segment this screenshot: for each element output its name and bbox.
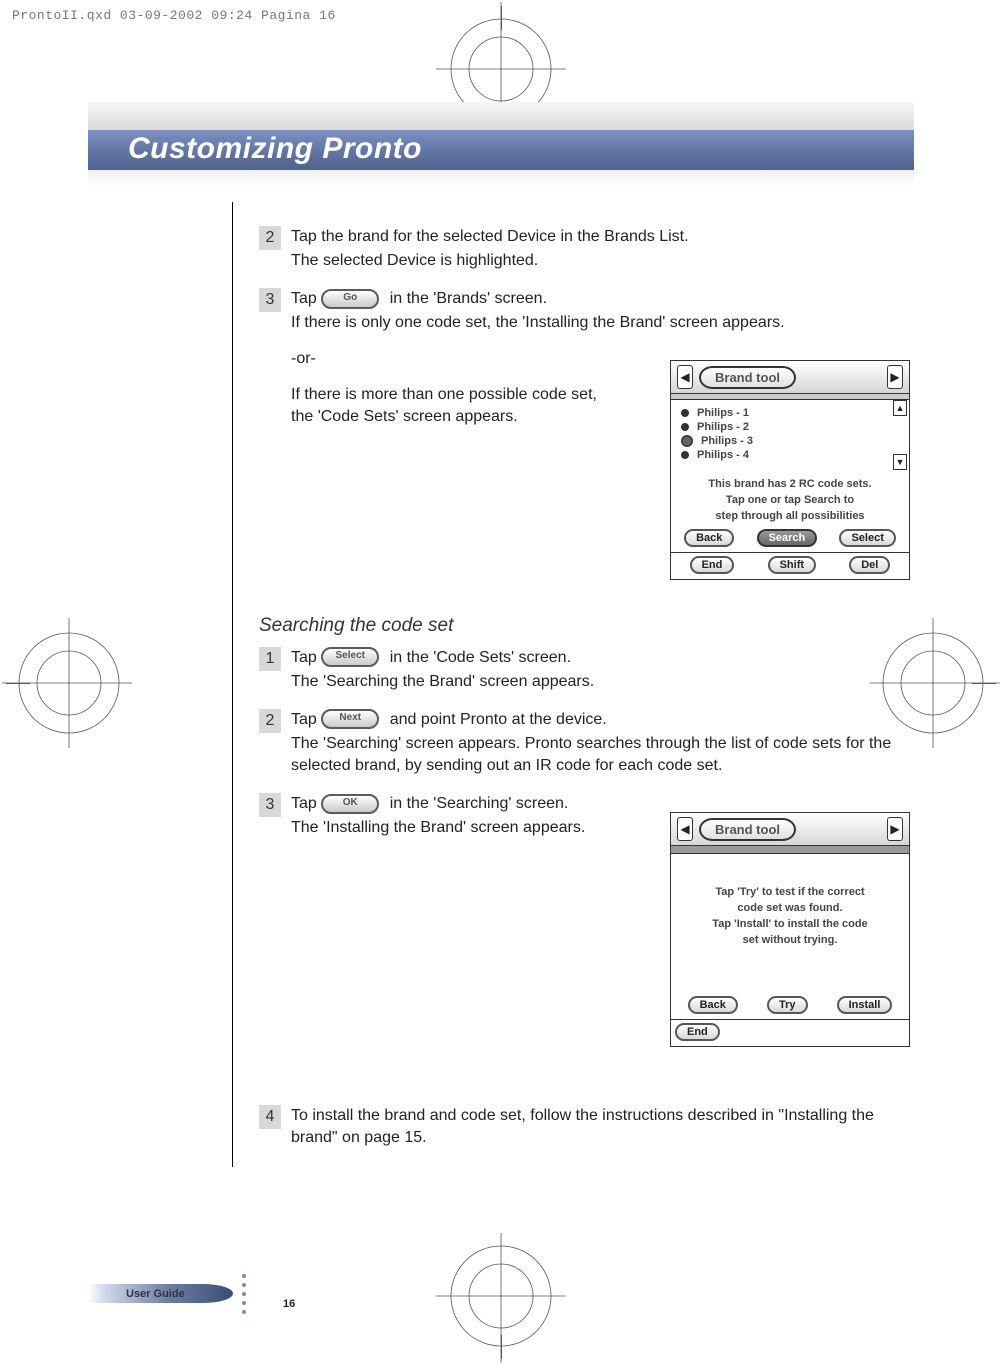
search-button: Search [757, 529, 818, 547]
page-title: Customizing Pronto [128, 132, 422, 166]
page-number: 16 [283, 1298, 295, 1310]
dot-divider-icon [239, 1267, 249, 1319]
step-number: 3 [259, 793, 281, 817]
step-number: 2 [259, 709, 281, 733]
step-line: Tap Next and point Pronto at the device. [291, 709, 896, 731]
select-button: Select [839, 529, 895, 547]
list-item: Philips - 2 [677, 420, 903, 434]
next-button-pill: Next [321, 709, 379, 729]
install-button: Install [837, 996, 893, 1014]
prev-arrow-icon: ◀ [677, 817, 693, 841]
screen-msg: This brand has 2 RC code sets. [677, 476, 903, 492]
title-banner: Customizing Pronto [88, 102, 914, 202]
end-button: End [690, 556, 735, 574]
step-sub: The 'Installing the Brand' screen appear… [291, 817, 585, 839]
next-arrow-icon: ▶ [887, 365, 903, 389]
select-button-pill: Select [321, 647, 379, 667]
screen-title-tab: Brand tool [699, 818, 796, 841]
screenshot-installing: ◀ Brand tool ▶ Tap 'Try' to test if the … [670, 812, 910, 1047]
step-line: To install the brand and code set, follo… [291, 1105, 896, 1149]
subheading: Searching the code set [259, 615, 896, 637]
go-button-pill: Go [321, 289, 379, 309]
step-number: 2 [259, 226, 281, 250]
step-sub: The 'Searching' screen appears. Pronto s… [291, 733, 896, 777]
crop-tick [501, 6, 502, 30]
screen-msg: Tap one or tap Search to [677, 492, 903, 508]
screen-msg: code set was found. [677, 900, 903, 916]
back-button: Back [684, 529, 734, 547]
back-button: Back [688, 996, 738, 1014]
screenshot-code-sets: ◀ Brand tool ▶ ▲ ▼ Philips - 1 Philips -… [670, 360, 910, 580]
user-guide-label: User Guide [88, 1284, 233, 1303]
screen-msg: step through all possibilities [677, 508, 903, 524]
step-sub: If there is only one code set, the 'Inst… [291, 312, 785, 334]
crop-tick [972, 683, 996, 684]
page-footer: User Guide 16 [88, 1267, 295, 1319]
del-button: Del [849, 556, 890, 574]
scroll-down-icon: ▼ [893, 454, 907, 470]
screen-msg: Tap 'Try' to test if the correct [677, 884, 903, 900]
step-number: 1 [259, 647, 281, 671]
step-number: 4 [259, 1105, 281, 1129]
step-sub: The 'Searching the Brand' screen appears… [291, 671, 594, 693]
scroll-up-icon: ▲ [893, 400, 907, 416]
crop-tick [6, 683, 30, 684]
step-line: Tap the brand for the selected Device in… [291, 226, 689, 248]
screen-msg: set without trying. [677, 932, 903, 948]
step-line: Tap Select in the 'Code Sets' screen. [291, 647, 594, 669]
list-item: Philips - 4 [677, 448, 903, 462]
shift-button: Shift [768, 556, 816, 574]
step-sub: The selected Device is highlighted. [291, 250, 689, 272]
list-item: Philips - 1 [677, 406, 903, 420]
try-button: Try [767, 996, 808, 1014]
prev-arrow-icon: ◀ [677, 365, 693, 389]
step-2: 2 Tap the brand for the selected Device … [259, 226, 896, 272]
screen-title-tab: Brand tool [699, 366, 796, 389]
end-button: End [675, 1023, 720, 1041]
step-4: 4 To install the brand and code set, fol… [259, 1105, 896, 1151]
step-alt: If there is more than one possible code … [291, 384, 611, 428]
step-number: 3 [259, 288, 281, 312]
next-arrow-icon: ▶ [887, 817, 903, 841]
step-line: Tap Go in the 'Brands' screen. [291, 288, 785, 310]
list-item: Philips - 3 [677, 434, 903, 448]
step-2b: 2 Tap Next and point Pronto at the devic… [259, 709, 896, 777]
step-line: Tap OK in the 'Searching' screen. [291, 793, 585, 815]
screen-msg: Tap 'Install' to install the code [677, 916, 903, 932]
step-1: 1 Tap Select in the 'Code Sets' screen. … [259, 647, 896, 693]
ok-button-pill: OK [321, 794, 379, 814]
